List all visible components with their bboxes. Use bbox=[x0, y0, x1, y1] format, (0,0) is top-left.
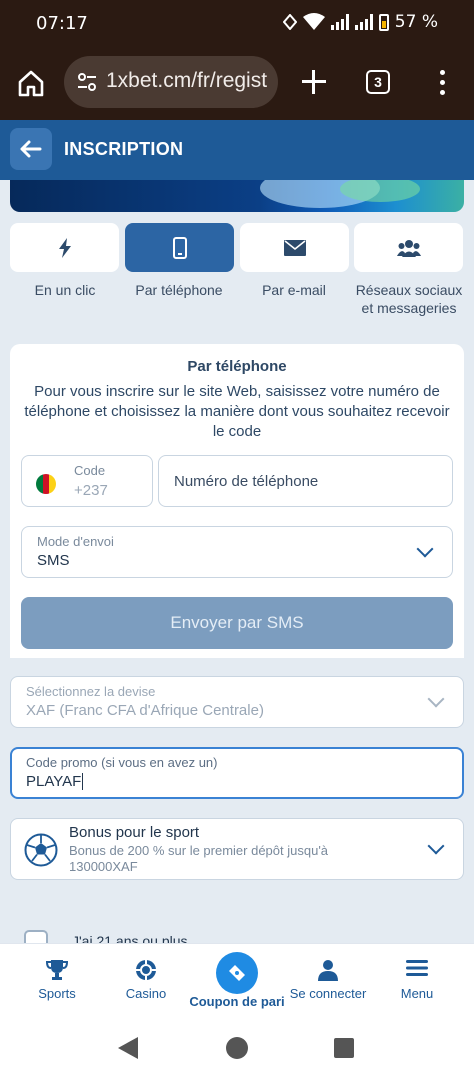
users-icon bbox=[396, 239, 421, 257]
nav-casino[interactable]: Casino bbox=[101, 944, 191, 1016]
send-mode-value: SMS bbox=[37, 552, 70, 569]
browser-toolbar: 1xbet.cm/fr/regist 3 bbox=[0, 46, 474, 120]
currency-label: Sélectionnez la devise bbox=[26, 684, 156, 699]
send-mode-select[interactable]: Mode d'envoi SMS bbox=[21, 526, 453, 578]
status-icons: 57 % bbox=[282, 12, 438, 32]
bonus-description: Bonus de 200 % sur le premier dépôt jusq… bbox=[69, 843, 329, 874]
system-nav-bar bbox=[0, 1015, 474, 1080]
wifi-icon bbox=[302, 13, 325, 30]
bonus-select[interactable]: Bonus pour le sport Bonus de 200 % sur l… bbox=[10, 818, 464, 880]
cameroon-flag-icon bbox=[36, 474, 56, 494]
phone-placeholder: Numéro de téléphone bbox=[174, 473, 319, 490]
nav-coupon-label: Coupon de pari bbox=[189, 994, 285, 1009]
phone-icon bbox=[172, 236, 187, 259]
phone-form-card: Par téléphone Pour vous inscrire sur le … bbox=[10, 344, 464, 658]
promo-label: Code promo (si vous en avez un) bbox=[26, 755, 218, 770]
nav-sports[interactable]: Sports bbox=[12, 944, 102, 1016]
nav-menu-label: Menu bbox=[400, 986, 434, 1001]
code-value: +237 bbox=[74, 482, 108, 499]
trophy-icon bbox=[46, 960, 68, 980]
form-description: Pour vous inscrire sur le site Web, sais… bbox=[24, 383, 450, 440]
hamburger-icon bbox=[406, 960, 428, 976]
tab-email[interactable] bbox=[240, 223, 349, 272]
country-code-select[interactable]: Code +237 bbox=[21, 455, 153, 507]
phone-number-input[interactable]: Numéro de téléphone bbox=[158, 455, 453, 507]
system-recents-icon[interactable] bbox=[334, 1038, 354, 1058]
page-header: INSCRIPTION bbox=[0, 120, 474, 180]
promo-code-input[interactable]: Code promo (si vous en avez un) PLAYAF bbox=[10, 747, 464, 799]
tab-social[interactable] bbox=[354, 223, 463, 272]
arrow-left-icon bbox=[20, 140, 42, 158]
home-icon[interactable] bbox=[16, 68, 46, 98]
site-settings-icon[interactable] bbox=[76, 71, 98, 93]
system-back-icon[interactable] bbox=[118, 1037, 138, 1059]
page-title: INSCRIPTION bbox=[64, 139, 184, 159]
nav-casino-label: Casino bbox=[125, 986, 167, 1001]
age-checkbox[interactable] bbox=[24, 930, 48, 943]
football-icon bbox=[24, 833, 58, 867]
nav-login[interactable]: Se connecter bbox=[283, 944, 373, 1016]
tab-switcher-button[interactable]: 3 bbox=[366, 70, 390, 94]
promo-banner[interactable] bbox=[10, 180, 464, 212]
nav-login-label: Se connecter bbox=[289, 986, 367, 1001]
new-tab-icon[interactable] bbox=[300, 68, 328, 96]
chevron-down-icon bbox=[427, 837, 445, 855]
currency-value: XAF (Franc CFA d'Afrique Centrale) bbox=[26, 702, 264, 719]
tab-phone[interactable] bbox=[125, 223, 234, 272]
vibrate-icon bbox=[282, 14, 297, 30]
system-home-icon[interactable] bbox=[226, 1037, 248, 1059]
age-label: J'ai 21 ans ou plus bbox=[72, 933, 188, 943]
nav-coupon[interactable] bbox=[216, 952, 258, 994]
currency-select[interactable]: Sélectionnez la devise XAF (Franc CFA d'… bbox=[10, 676, 464, 728]
promo-value: PLAYAF bbox=[26, 773, 84, 790]
form-title: Par téléphone bbox=[187, 358, 287, 375]
battery-level: 57 % bbox=[394, 12, 438, 32]
bottom-nav: Sports Casino Coupon de pari Se connecte… bbox=[0, 943, 474, 1015]
tab-social-label: Réseaux sociaux et messageries bbox=[355, 282, 463, 316]
signal-icon bbox=[330, 14, 349, 30]
registration-page: INSCRIPTION En un clic Par téléphone Par… bbox=[0, 120, 474, 943]
bonus-title: Bonus pour le sport bbox=[69, 824, 200, 841]
tab-phone-label: Par téléphone bbox=[135, 282, 223, 298]
lightning-icon bbox=[58, 237, 71, 258]
user-icon bbox=[318, 960, 338, 981]
status-bar: 07:17 57 % bbox=[0, 0, 474, 46]
back-button[interactable] bbox=[10, 128, 52, 170]
url-text: 1xbet.cm/fr/regist bbox=[106, 69, 268, 92]
signal-icon-2 bbox=[354, 14, 373, 30]
chevron-down-icon bbox=[427, 690, 445, 708]
status-time: 07:17 bbox=[36, 13, 88, 34]
address-bar[interactable]: 1xbet.cm/fr/regist bbox=[64, 56, 278, 108]
tab-email-label: Par e-mail bbox=[262, 282, 326, 298]
nav-sports-label: Sports bbox=[38, 986, 76, 1001]
ticket-icon bbox=[229, 965, 245, 981]
chevron-down-icon bbox=[416, 540, 434, 558]
battery-icon bbox=[378, 13, 389, 31]
tab-one-click[interactable] bbox=[10, 223, 119, 272]
more-menu-icon[interactable] bbox=[438, 70, 446, 96]
code-label: Code bbox=[74, 463, 106, 478]
tab-one-click-label: En un clic bbox=[34, 282, 96, 298]
send-mode-label: Mode d'envoi bbox=[37, 534, 114, 549]
casino-chip-icon bbox=[136, 960, 156, 980]
nav-menu[interactable]: Menu bbox=[372, 944, 462, 1016]
send-sms-button[interactable]: Envoyer par SMS bbox=[21, 597, 453, 649]
envelope-icon bbox=[283, 239, 306, 256]
